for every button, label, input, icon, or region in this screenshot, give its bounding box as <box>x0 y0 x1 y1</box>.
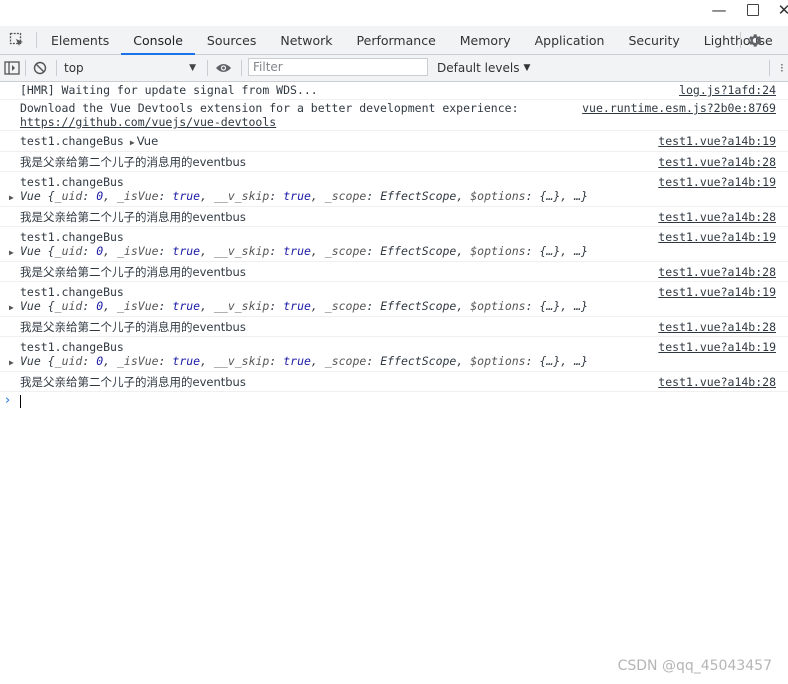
minimize-button[interactable]: — <box>710 1 728 19</box>
console-toolbar: top ▼ Default levels ▼ ⁝ <box>0 55 788 82</box>
gear-icon <box>749 33 762 47</box>
watermark: CSDN @qq_45043457 <box>617 658 772 674</box>
console-message: 我是父亲给第二个儿子的消息用的eventbus test1.vue?a14b:2… <box>0 262 788 282</box>
tab-sources[interactable]: Sources <box>195 26 268 54</box>
message-text: 我是父亲给第二个儿子的消息用的eventbus <box>20 265 246 279</box>
console-message: 我是父亲给第二个儿子的消息用的eventbus test1.vue?a14b:2… <box>0 317 788 337</box>
source-link[interactable]: test1.vue?a14b:28 <box>658 210 776 224</box>
eye-icon <box>216 64 231 72</box>
console-message: test1.changeBus test1.vue?a14b:19 ▶ Vue {… <box>0 282 788 317</box>
expand-triangle-icon[interactable]: ▶ <box>9 356 20 370</box>
message-text: test1.changeBus <box>20 340 124 354</box>
message-text: 我是父亲给第二个儿子的消息用的eventbus <box>20 210 246 224</box>
divider <box>25 60 26 76</box>
message-text: [HMR] Waiting for update signal from WDS… <box>20 83 318 97</box>
inline-object[interactable]: Vue <box>137 134 158 148</box>
text-caret <box>20 395 21 408</box>
vue-object-preview[interactable]: ▶ Vue {_uid: 0, _isVue: true, __v_skip: t… <box>9 354 588 368</box>
devtools-url-link[interactable]: https://github.com/vuejs/vue-devtools <box>20 115 276 129</box>
live-expression-button[interactable] <box>215 55 232 81</box>
close-button[interactable]: ✕ <box>775 1 788 19</box>
vue-object-preview[interactable]: ▶ Vue {_uid: 0, _isVue: true, __v_skip: t… <box>9 189 588 203</box>
sidebar-toggle-button[interactable] <box>4 55 20 81</box>
divider <box>36 32 37 48</box>
sidebar-toggle-icon <box>4 61 20 75</box>
message-text: 我是父亲给第二个儿子的消息用的eventbus <box>20 155 246 169</box>
maximize-icon <box>747 4 759 16</box>
console-settings-icon[interactable]: ⁝ <box>780 55 784 81</box>
message-text: 我是父亲给第二个儿子的消息用的eventbus <box>20 320 246 334</box>
chevron-down-icon: ▼ <box>523 63 531 73</box>
vue-object-preview[interactable]: ▶ Vue {_uid: 0, _isVue: true, __v_skip: t… <box>9 244 588 258</box>
source-link[interactable]: test1.vue?a14b:19 <box>658 230 776 244</box>
tab-lighthouse[interactable]: Lighthouse <box>692 26 785 54</box>
console-message: 我是父亲给第二个儿子的消息用的eventbus test1.vue?a14b:2… <box>0 207 788 227</box>
console-message: [HMR] Waiting for update signal from WDS… <box>0 82 788 100</box>
tab-security[interactable]: Security <box>616 26 691 54</box>
console-message: test1.changeBus test1.vue?a14b:19 ▶ Vue {… <box>0 172 788 207</box>
maximize-button[interactable] <box>744 1 762 20</box>
tab-application[interactable]: Application <box>523 26 617 54</box>
log-levels-label: Default levels <box>437 61 520 75</box>
clear-console-button[interactable] <box>33 55 47 81</box>
source-link[interactable]: test1.vue?a14b:19 <box>658 175 776 189</box>
message-text: test1.changeBus <box>20 230 124 244</box>
tab-console[interactable]: Console <box>121 26 195 55</box>
source-link[interactable]: test1.vue?a14b:28 <box>658 265 776 279</box>
settings-button[interactable] <box>746 26 763 54</box>
prompt-chevron-icon: › <box>5 393 11 408</box>
source-link[interactable]: test1.vue?a14b:19 <box>658 285 776 299</box>
block-icon <box>33 61 47 75</box>
source-link[interactable]: vue.runtime.esm.js?2b0e:8769 <box>582 101 776 115</box>
divider <box>769 60 770 76</box>
context-value: top <box>64 61 84 75</box>
vue-object-preview[interactable]: ▶ Vue {_uid: 0, _isVue: true, __v_skip: t… <box>9 299 588 313</box>
filter-input[interactable] <box>248 58 428 76</box>
console-message: Download the Vue Devtools extension for … <box>0 100 788 131</box>
expand-triangle-icon[interactable]: ▶ <box>9 191 20 205</box>
source-link[interactable]: log.js?1afd:24 <box>679 83 776 97</box>
console-messages: [HMR] Waiting for update signal from WDS… <box>0 82 788 410</box>
divider <box>241 60 242 76</box>
source-link[interactable]: test1.vue?a14b:28 <box>658 375 776 389</box>
tab-memory[interactable]: Memory <box>448 26 523 54</box>
tab-elements[interactable]: Elements <box>39 26 121 54</box>
message-text: test1.changeBus <box>20 134 124 148</box>
expand-triangle-icon[interactable]: ▶ <box>9 301 20 315</box>
source-link[interactable]: test1.vue?a14b:28 <box>658 155 776 169</box>
expand-triangle-icon[interactable]: ▶ <box>130 138 135 147</box>
message-text: test1.changeBus <box>20 175 124 189</box>
console-message: 我是父亲给第二个儿子的消息用的eventbus test1.vue?a14b:2… <box>0 152 788 172</box>
source-link[interactable]: test1.vue?a14b:19 <box>658 134 776 148</box>
divider <box>56 60 57 76</box>
console-message: test1.changeBus test1.vue?a14b:19 ▶ Vue {… <box>0 227 788 262</box>
devtools-tabbar: Elements Console Sources Network Perform… <box>0 26 788 55</box>
console-message: 我是父亲给第二个儿子的消息用的eventbus test1.vue?a14b:2… <box>0 372 788 392</box>
window-titlebar: — ✕ <box>0 0 788 26</box>
inspect-element-icon[interactable] <box>0 26 34 54</box>
message-text: Download the Vue Devtools extension for … <box>20 101 519 115</box>
expand-triangle-icon[interactable]: ▶ <box>9 246 20 260</box>
log-levels-dropdown[interactable]: Default levels ▼ <box>437 55 530 81</box>
console-message: test1.changeBus ▶ Vue test1.vue?a14b:19 <box>0 131 788 152</box>
divider <box>740 32 741 48</box>
message-text: test1.changeBus <box>20 285 124 299</box>
message-text: 我是父亲给第二个儿子的消息用的eventbus <box>20 375 246 389</box>
context-selector[interactable]: top ▼ <box>64 59 200 77</box>
chevron-down-icon: ▼ <box>189 63 196 73</box>
tab-performance[interactable]: Performance <box>345 26 448 54</box>
source-link[interactable]: test1.vue?a14b:19 <box>658 340 776 354</box>
divider <box>207 60 208 76</box>
console-message: test1.changeBus test1.vue?a14b:19 ▶ Vue {… <box>0 337 788 372</box>
console-prompt[interactable]: › <box>0 392 788 410</box>
source-link[interactable]: test1.vue?a14b:28 <box>658 320 776 334</box>
tab-network[interactable]: Network <box>268 26 344 54</box>
